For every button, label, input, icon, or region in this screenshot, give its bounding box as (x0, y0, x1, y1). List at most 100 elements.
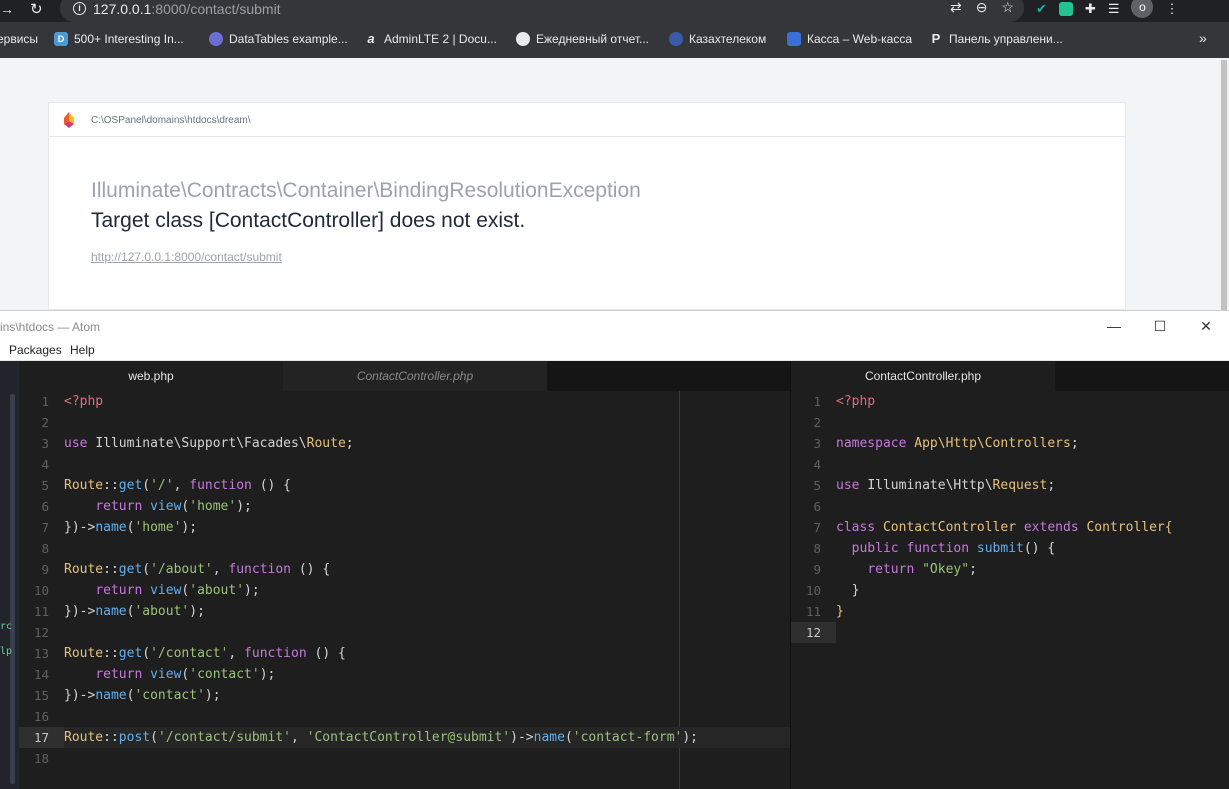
bookmark-report[interactable]: Ежедневный отчет... (516, 32, 649, 46)
line-number: 6 (41, 499, 49, 514)
editor-pane-left: web.php ContactController.php 1 <?php 2 3… (19, 361, 790, 789)
code-line: <?php (836, 394, 876, 409)
tab-contact-controller[interactable]: ContactController.php (283, 361, 547, 391)
code-line: return view('home'); (95, 499, 252, 514)
line-number: 15 (33, 688, 49, 703)
line-number: 4 (41, 457, 49, 472)
bookmark-favicon (209, 32, 223, 46)
error-card: C:\OSPanel\domains\htdocs\dream\ Illumin… (48, 102, 1126, 310)
ignition-logo-icon (64, 112, 74, 128)
code-line: })->name('contact'); (64, 688, 221, 703)
minimize-icon[interactable]: — (1091, 311, 1137, 341)
code-line: Route::get('/contact', function () { (64, 646, 346, 661)
tab-contact-controller-right[interactable]: ContactController.php (791, 361, 1055, 391)
tab-web-php[interactable]: web.php (19, 361, 283, 391)
line-number: 5 (41, 478, 49, 493)
code-line: } (836, 583, 860, 598)
url-text[interactable]: 127.0.0.1:8000/contact/submit (93, 1, 281, 17)
line-number: 14 (33, 667, 49, 682)
code-line: })->name('about'); (64, 604, 205, 619)
tree-scrollbar[interactable] (10, 394, 15, 784)
tree-item[interactable]: rc (0, 621, 12, 632)
exception-class: Illuminate\Contracts\Container\BindingRe… (91, 179, 641, 202)
code-line: return view('contact'); (95, 667, 276, 682)
reload-icon[interactable]: ↻ (30, 0, 43, 18)
code-editor-contact-controller[interactable]: 1 <?php 2 3 namespace App\Http\Controllers… (791, 391, 1229, 789)
window-title: ins\htdocs — Atom (0, 320, 101, 334)
line-number: 12 (791, 622, 836, 643)
line-number: 18 (33, 751, 49, 766)
close-icon[interactable]: ✕ (1183, 311, 1229, 341)
bookmarks-more-icon[interactable]: » (1199, 30, 1207, 46)
line-number: 1 (813, 394, 821, 409)
error-page: C:\OSPanel\domains\htdocs\dream\ Illumin… (0, 58, 1219, 310)
line-number: 10 (805, 583, 821, 598)
address-bar[interactable]: i 127.0.0.1:8000/contact/submit ⇄ ⊖ ☆ (60, 0, 1024, 22)
line-number: 7 (813, 520, 821, 535)
code-line: public function submit() { (851, 541, 1056, 556)
globe-icon (516, 32, 530, 46)
tree-view[interactable]: rc lp (0, 361, 19, 789)
page-scroll-thumb[interactable] (1221, 60, 1227, 310)
current-line: 17 Route::post('/contact/submit', 'Contac… (19, 727, 790, 748)
code-line: })->name('home'); (64, 520, 198, 535)
bookmark-favicon: P (931, 31, 941, 46)
page-scrollbar[interactable] (1219, 58, 1229, 310)
translate-icon[interactable]: ⇄ (950, 0, 962, 16)
bookmark-interesting[interactable]: D 500+ Interesting In... (54, 32, 184, 46)
star-icon[interactable]: ☆ (1001, 0, 1014, 16)
zoom-icon[interactable]: ⊖ (976, 0, 988, 16)
forward-arrow-icon[interactable]: → (0, 1, 14, 17)
error-card-header: C:\OSPanel\domains\htdocs\dream\ (49, 103, 1125, 137)
menu-help[interactable]: Help (70, 343, 95, 357)
line-number: 9 (813, 562, 821, 577)
extension-check-icon[interactable]: ✔ (1036, 1, 1047, 17)
line-number: 11 (805, 604, 821, 619)
request-url-link[interactable]: http://127.0.0.1:8000/contact/submit (91, 250, 282, 264)
code-line: namespace App\Http\Controllers; (836, 436, 1079, 451)
current-line: 12 (791, 622, 1229, 643)
bookmark-datatables[interactable]: DataTables example... (209, 32, 348, 46)
bookmark-favicon: D (54, 32, 68, 46)
line-number: 17 (19, 727, 64, 748)
line-number: 7 (41, 520, 49, 535)
menu-icon[interactable]: ⋮ (1165, 1, 1178, 17)
menu-packages[interactable]: Packages (9, 343, 62, 357)
code-line: return "Okey"; (867, 562, 977, 577)
bookmark-adminlte[interactable]: a AdminLTE 2 | Docu... (364, 31, 497, 47)
maximize-icon[interactable]: ☐ (1137, 311, 1183, 341)
line-number: 2 (813, 415, 821, 430)
line-number: 4 (813, 457, 821, 472)
bookmark-kaztelecom[interactable]: Казахтелеком (669, 32, 766, 46)
bookmark-panel[interactable]: P Панель управлени... (929, 31, 1063, 47)
code-line: Route::get('/about', function () { (64, 562, 331, 577)
bookmark-favicon (787, 32, 801, 46)
bookmark-favicon: a (367, 31, 375, 46)
line-number: 11 (33, 604, 49, 619)
tab-bar-left: web.php ContactController.php (19, 361, 790, 391)
editor-pane-right: ContactController.php 1 <?php 2 3 namespac… (791, 361, 1229, 789)
line-number: 8 (41, 541, 49, 556)
code-editor-web-php[interactable]: 1 <?php 2 3 use Illuminate\Support\Facades… (19, 391, 790, 789)
code-line: Route::post('/contact/submit', 'ContactC… (64, 730, 699, 745)
bookmark-favicon (669, 32, 683, 46)
site-info-icon[interactable]: i (73, 2, 86, 15)
extensions-puzzle-icon[interactable]: ✚ (1085, 1, 1096, 17)
extension-refresh-icon[interactable] (1058, 2, 1073, 16)
line-number: 5 (813, 478, 821, 493)
bookmark-kassa[interactable]: Касса – Web-касса (787, 32, 912, 46)
line-number: 16 (33, 709, 49, 724)
reading-list-icon[interactable]: ☰ (1108, 1, 1120, 17)
line-number: 6 (813, 499, 821, 514)
atom-window: ins\htdocs — Atom — ☐ ✕ Packages Help rc… (0, 310, 1229, 789)
profile-avatar[interactable]: о (1131, 0, 1154, 18)
code-line: Route::get('/', function () { (64, 478, 292, 493)
bookmark-services[interactable]: ервисы (0, 32, 38, 46)
tree-item[interactable]: lp (0, 646, 12, 657)
code-line: use Illuminate\Http\Request; (836, 478, 1056, 493)
bookmarks-bar: ервисы D 500+ Interesting In... DataTable… (0, 28, 1229, 52)
code-line: <?php (64, 394, 104, 409)
line-number: 3 (813, 436, 821, 451)
code-line: class ContactController extends Controll… (836, 520, 1173, 535)
line-number: 13 (33, 646, 49, 661)
